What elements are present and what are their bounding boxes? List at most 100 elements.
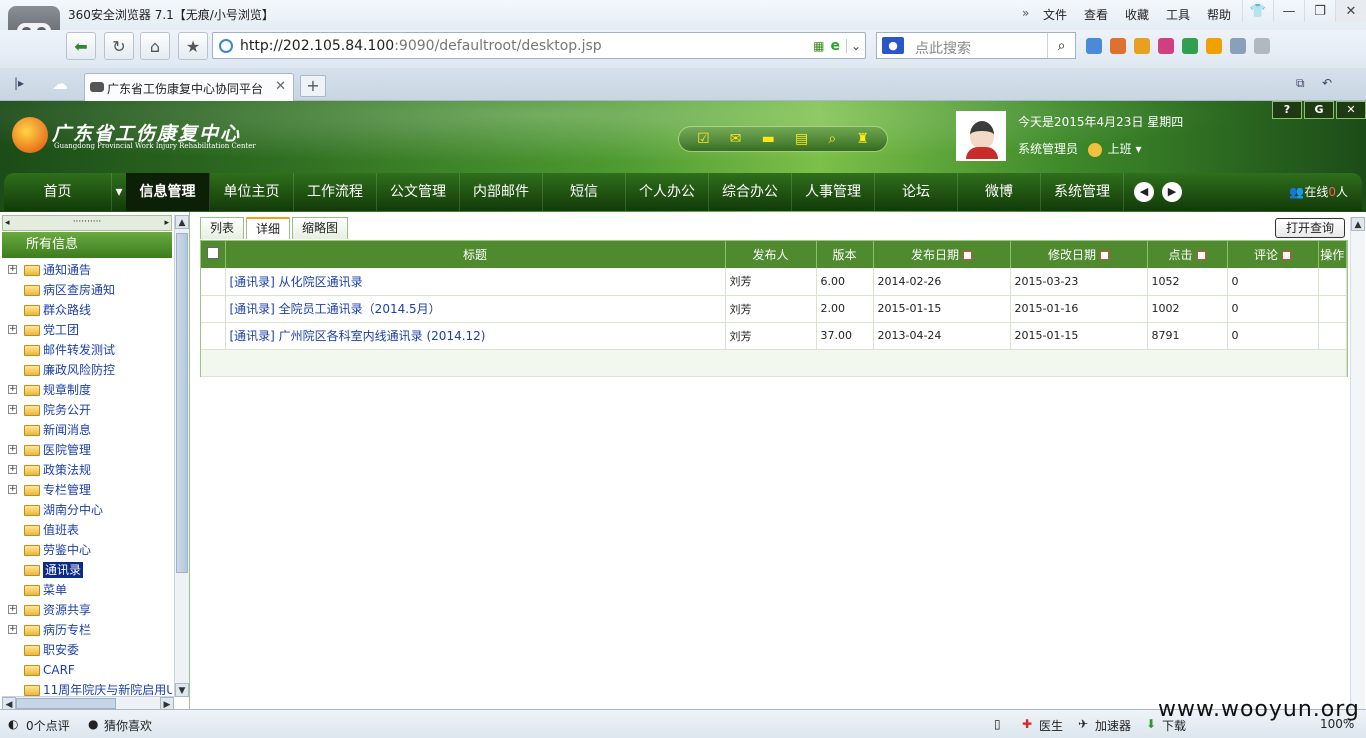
tree-item-label[interactable]: 菜单 (43, 580, 67, 600)
help-button[interactable]: ? (1272, 101, 1302, 119)
chevron-right-icon[interactable]: » (1022, 6, 1029, 20)
tree-item[interactable]: + 通知通告 (2, 260, 172, 280)
expand-icon[interactable]: + (8, 265, 17, 274)
tab-close-icon[interactable]: ✕ (275, 79, 286, 94)
col-comments[interactable]: 评论 (1227, 241, 1319, 268)
table-row[interactable]: [通讯录] 从化院区通讯录 刘芳 6.00 2014-02-26 2015-03-23 1… (201, 268, 1347, 296)
shield-icon[interactable] (1182, 38, 1198, 54)
table-row[interactable]: [通讯录] 全院员工通讯录（2014.5月） 刘芳 2.00 2015-01-15 20… (201, 295, 1347, 323)
briefcase-icon[interactable]: ▬ (762, 131, 775, 147)
tab-thumbnail[interactable]: 缩略图 (292, 217, 349, 239)
nav-item-hr[interactable]: 人事管理 (792, 173, 875, 211)
restore-button[interactable]: ❐ (1304, 0, 1335, 22)
tree-item-label[interactable]: 专栏管理 (43, 480, 91, 500)
tree-item-label[interactable]: 湖南分中心 (43, 500, 103, 520)
tree-item[interactable]: 廉政风险防控 (2, 360, 172, 380)
download-icon[interactable]: ⬇ (1146, 717, 1156, 731)
sidebar-horizontal-scrollbar[interactable]: ◀ ▶ (2, 696, 174, 711)
tree-item[interactable]: + 病历专栏 (2, 620, 172, 640)
col-title[interactable]: 标题 (225, 241, 726, 268)
nav-item-home[interactable]: 首页 (4, 173, 112, 211)
tree-item-label[interactable]: 规章制度 (43, 380, 91, 400)
search-box[interactable]: ● 点此搜索 ⌕ (876, 32, 1076, 59)
tree-item-label[interactable]: 11周年院庆与新院启用U (43, 680, 172, 696)
nav-item-documents[interactable]: 公文管理 (377, 173, 460, 211)
sidebar-toggle-icon[interactable]: |▸ (14, 76, 24, 90)
flight-icon[interactable] (1134, 38, 1150, 54)
nav-item-forum[interactable]: 论坛 (875, 173, 958, 211)
cell-title[interactable]: [通讯录] 从化院区通讯录 (225, 268, 726, 296)
undo-icon[interactable]: ↶ (1322, 76, 1332, 90)
back-button[interactable]: ⬅ (66, 32, 96, 60)
nav-item-info-manage[interactable]: 信息管理 (126, 173, 210, 211)
doctor-icon[interactable]: ✚ (1022, 717, 1032, 731)
cloud-icon[interactable]: ☁ (52, 74, 68, 93)
tree-item[interactable]: 菜单 (2, 580, 172, 600)
comments-count[interactable]: 0个点评 (26, 717, 70, 734)
table-row[interactable]: [通讯录] 广州院区各科室内线通讯录 (2014.12) 刘芳 37.00 2013-… (201, 322, 1347, 350)
search-icon[interactable]: ⌕ (1047, 33, 1075, 58)
tree-item[interactable]: 11周年院庆与新院启用U (2, 680, 172, 696)
tree-item-label[interactable]: 职安委 (43, 640, 79, 660)
sidebar-vertical-scrollbar[interactable]: ▲ ▼ (174, 215, 189, 697)
chevron-down-icon[interactable]: ⌄ (845, 38, 861, 53)
refresh-button[interactable]: ↻ (104, 32, 134, 60)
game-icon[interactable] (1206, 38, 1222, 54)
tree-item-label[interactable]: 病历专栏 (43, 620, 91, 640)
shirt-icon[interactable]: ♜ (856, 131, 869, 147)
tree-item[interactable]: + 院务公开 (2, 400, 172, 420)
menu-tools[interactable]: 工具 (1166, 6, 1207, 23)
nav-item-weibo[interactable]: 微博 (958, 173, 1041, 211)
zoom-icon[interactable] (1254, 38, 1270, 54)
nav-item-system[interactable]: 系统管理 (1041, 173, 1124, 211)
tree-item-label[interactable]: 群众路线 (43, 300, 91, 320)
nav-item-unit-home[interactable]: 单位主页 (210, 173, 294, 211)
avatar[interactable] (956, 111, 1006, 161)
qr-code-icon[interactable]: ▦ (813, 39, 824, 53)
guess-you-like[interactable]: 猜你喜欢 (104, 717, 152, 734)
refresh-g-button[interactable]: G (1304, 101, 1334, 119)
right-arrow-icon[interactable]: ▸ (164, 217, 169, 229)
heart-icon[interactable]: ● (88, 717, 98, 731)
tree-item-label[interactable]: 政策法规 (43, 460, 91, 480)
nav-item-workflow[interactable]: 工作流程 (294, 173, 377, 211)
menu-view[interactable]: 查看 (1084, 6, 1125, 23)
tree-item[interactable]: 湖南分中心 (2, 500, 172, 520)
tree-item[interactable]: 劳鉴中心 (2, 540, 172, 560)
phone-icon[interactable]: ▯ (994, 717, 1001, 731)
nav-item-personal-office[interactable]: 个人办公 (626, 173, 709, 211)
shopping-icon[interactable] (1158, 38, 1174, 54)
restore-tab-icon[interactable]: ⧉ (1296, 76, 1305, 91)
logout-button[interactable]: ✕ (1336, 101, 1366, 119)
scroll-up-icon[interactable]: ▲ (1351, 217, 1365, 231)
new-tab-button[interactable]: + (300, 75, 326, 97)
scroll-thumb[interactable] (16, 698, 116, 709)
search-icon[interactable]: ⌕ (828, 131, 836, 147)
tree-item[interactable]: 通讯录 (2, 560, 172, 580)
content-vertical-scrollbar[interactable]: ▲ (1350, 217, 1365, 709)
calendar-icon[interactable] (1110, 38, 1126, 54)
col-author[interactable]: 发布人 (725, 241, 817, 268)
expand-icon[interactable]: + (8, 605, 17, 614)
scroll-up-icon[interactable]: ▲ (175, 215, 189, 229)
tab-detail[interactable]: 详细 (246, 217, 291, 239)
apps-grid-icon[interactable] (1086, 38, 1102, 54)
tree-item[interactable]: 病区查房通知 (2, 280, 172, 300)
tree-item[interactable]: 邮件转发测试 (2, 340, 172, 360)
skin-icon[interactable]: 👕 (1242, 0, 1273, 22)
minimize-button[interactable]: — (1273, 0, 1304, 22)
home-button[interactable]: ⌂ (140, 32, 170, 60)
menu-favorites[interactable]: 收藏 (1125, 6, 1166, 23)
expand-icon[interactable]: + (8, 485, 17, 494)
tree-item[interactable]: 职安委 (2, 640, 172, 660)
expand-icon[interactable]: + (8, 385, 17, 394)
document-icon[interactable]: ▤ (795, 131, 808, 147)
nav-item-general-office[interactable]: 综合办公 (709, 173, 792, 211)
tree-item[interactable]: + 医院管理 (2, 440, 172, 460)
sidebar-collapse-bar[interactable]: ◂ ·········· ▸ (2, 215, 172, 231)
menu-file[interactable]: 文件 (1043, 6, 1084, 23)
nav-prev-icon[interactable]: ◀ (1134, 182, 1154, 202)
col-clicks[interactable]: 点击 (1147, 241, 1228, 268)
accelerator-icon[interactable]: ✈ (1078, 717, 1088, 731)
cell-title[interactable]: [通讯录] 广州院区各科室内线通讯录 (2014.12) (225, 322, 726, 350)
